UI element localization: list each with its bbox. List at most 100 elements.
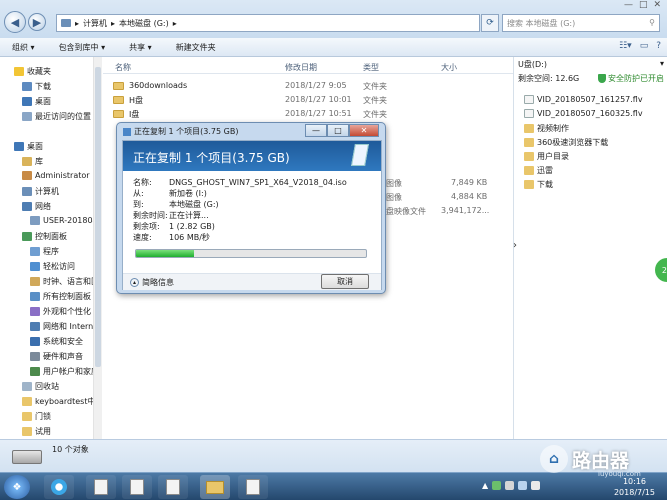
nav-door[interactable]: 门锁 [22, 411, 51, 422]
explorer-folder-icon [206, 480, 224, 494]
pc-icon [30, 216, 40, 225]
tray-network-icon[interactable] [518, 481, 528, 490]
navigation-pane: 收藏夹 下载 桌面 最近访问的位置 桌面 库 Administrator 计算机… [0, 57, 102, 439]
share-button[interactable]: 共享 ▾ [117, 42, 164, 53]
dialog-close-button[interactable]: ✕ [349, 124, 379, 137]
document-icon [130, 479, 144, 495]
file-row[interactable]: I盘 2018/1/27 10:51 文件夹 [103, 107, 513, 121]
file-date: 2018/1/27 10:51 [285, 109, 352, 118]
taskbar-explorer[interactable] [200, 475, 230, 499]
search-input[interactable]: 搜索 本地磁盘 (G:) ⚲ [502, 14, 660, 32]
preview-item[interactable]: 下载 [524, 179, 553, 190]
nav-computer[interactable]: 计算机 [22, 186, 59, 197]
dialog-banner: 正在复制 1 个项目(3.75 GB) [123, 141, 381, 171]
nav-keyboardtest[interactable]: keyboardtest中 [22, 396, 95, 407]
nav-control-panel[interactable]: 控制面板 [22, 231, 67, 242]
breadcrumb-computer[interactable]: 计算机 [83, 18, 107, 29]
nav-appearance[interactable]: 外观和个性化 [30, 306, 91, 317]
breadcrumb-drive[interactable]: 本地磁盘 (G:) [119, 18, 169, 29]
nav-recycle-bin[interactable]: 回收站 [22, 381, 59, 392]
start-button[interactable]: ❖ [4, 475, 30, 499]
include-library-button[interactable]: 包含到库中 ▾ [47, 42, 118, 53]
taskbar-clock[interactable]: 10:16 2018/7/15 [614, 476, 655, 498]
nav-hardware-sound[interactable]: 硬件和声音 [30, 351, 83, 362]
copy-source[interactable]: 新加卷 (I:) [169, 189, 207, 198]
drive-label[interactable]: U盘(D:) [518, 59, 547, 70]
dialog-footer: ▴ 简略信息 取消 [123, 273, 381, 290]
taskbar-doc-4[interactable] [238, 475, 268, 499]
nav-network-internet[interactable]: 网络和 Interne [30, 321, 98, 332]
refresh-button[interactable]: ⟳ [481, 14, 499, 32]
organize-button[interactable]: 组织 ▾ [0, 42, 47, 53]
help-icon[interactable]: ? [656, 41, 661, 51]
less-info-toggle[interactable]: ▴ 简略信息 [130, 277, 174, 288]
file-date: 2018/1/27 9:05 [285, 81, 347, 90]
nav-programs[interactable]: 程序 [30, 246, 59, 257]
watermark-text: 路由器 [572, 449, 630, 472]
copy-destination[interactable]: 本地磁盘 (G:) [169, 200, 219, 209]
preview-pane-icon[interactable]: ▭ [640, 41, 649, 51]
preview-item[interactable]: VID_20180507_160325.flv [524, 109, 643, 118]
nav-system-security[interactable]: 系统和安全 [30, 336, 83, 347]
forward-button[interactable]: ▶ [28, 13, 46, 31]
nav-desktop[interactable]: 桌面 [22, 96, 51, 107]
tray-app-icon[interactable] [505, 481, 515, 490]
nav-administrator[interactable]: Administrator [22, 171, 90, 180]
new-folder-button[interactable]: 新建文件夹 [164, 42, 228, 53]
file-type: 盘映像文件 [386, 207, 426, 216]
dialog-minimize-button[interactable]: — [305, 124, 327, 137]
column-type[interactable]: 类型 [363, 62, 379, 73]
maximize-button[interactable]: □ [639, 0, 648, 10]
nav-network[interactable]: 网络 [22, 201, 51, 212]
preview-item[interactable]: 用户目录 [524, 151, 569, 162]
nav-all-control[interactable]: 所有控制面板 [30, 291, 91, 302]
column-size[interactable]: 大小 [441, 62, 457, 73]
column-modified[interactable]: 修改日期 [285, 62, 317, 73]
nav-trial[interactable]: 试用 [22, 426, 51, 437]
windows-logo-icon: ❖ [12, 481, 22, 493]
tray-volume-icon[interactable] [531, 481, 541, 490]
preview-item[interactable]: 360极速浏览器下载 [524, 137, 608, 148]
dropdown-icon[interactable]: ▾ [660, 59, 664, 70]
nav-downloads[interactable]: 下载 [22, 81, 51, 92]
view-options-icon[interactable]: ☷▾ [619, 41, 632, 51]
file-row[interactable]: 360downloads 2018/1/27 9:05 文件夹 [103, 79, 513, 93]
object-count: 10 个对象 [52, 445, 89, 454]
info-remaining-items: 剩余项: 1 (2.82 GB) [133, 222, 215, 231]
column-name[interactable]: 名称 [115, 62, 131, 73]
taskbar-browser[interactable] [44, 475, 74, 499]
nav-ease-access[interactable]: 轻松访问 [30, 261, 75, 272]
preview-item[interactable]: 迅雷 [524, 165, 553, 176]
tray-arrow-icon[interactable]: ▲ [482, 481, 488, 490]
breadcrumb-separator: ▸ [111, 18, 116, 28]
dialog-maximize-button[interactable]: □ [327, 124, 349, 137]
address-field[interactable]: ▸ 计算机 ▸ 本地磁盘 (G:) ▸ [56, 14, 480, 32]
taskbar-doc-3[interactable] [158, 475, 188, 499]
expand-arrow-icon[interactable]: › [513, 240, 523, 256]
taskbar-doc-2[interactable] [122, 475, 152, 499]
tray-app-icon[interactable] [492, 481, 502, 490]
computer-icon [22, 187, 32, 196]
nav-user-pc[interactable]: USER-201804 [30, 216, 98, 225]
nav-favorites[interactable]: 收藏夹 [14, 66, 51, 77]
clock-icon [30, 277, 40, 286]
preview-item[interactable]: VID_20180507_161257.flv [524, 95, 643, 104]
back-button[interactable]: ◀ [4, 11, 26, 33]
file-row[interactable]: H盘 2018/1/27 10:01 文件夹 [103, 93, 513, 107]
close-button[interactable]: ✕ [653, 0, 661, 10]
cancel-button[interactable]: 取消 [321, 274, 369, 289]
nav-user-accounts[interactable]: 用户帐户和家庭 [30, 366, 99, 377]
taskbar-doc-1[interactable] [86, 475, 116, 499]
user-folder-icon [22, 171, 32, 180]
nav-libraries[interactable]: 库 [22, 156, 43, 167]
folder-icon [22, 427, 32, 436]
nav-recent[interactable]: 最近访问的位置 [22, 111, 91, 122]
minimize-button[interactable]: — [624, 0, 633, 10]
file-type: 图像 [386, 193, 402, 202]
nav-scroll-thumb[interactable] [95, 67, 101, 367]
nav-desktop-root[interactable]: 桌面 [14, 141, 43, 152]
file-name: I盘 [129, 110, 140, 119]
preview-item[interactable]: 视频制作 [524, 123, 569, 134]
nav-clock-region[interactable]: 时钟、语言和区 [30, 276, 99, 287]
document-icon [166, 479, 180, 495]
